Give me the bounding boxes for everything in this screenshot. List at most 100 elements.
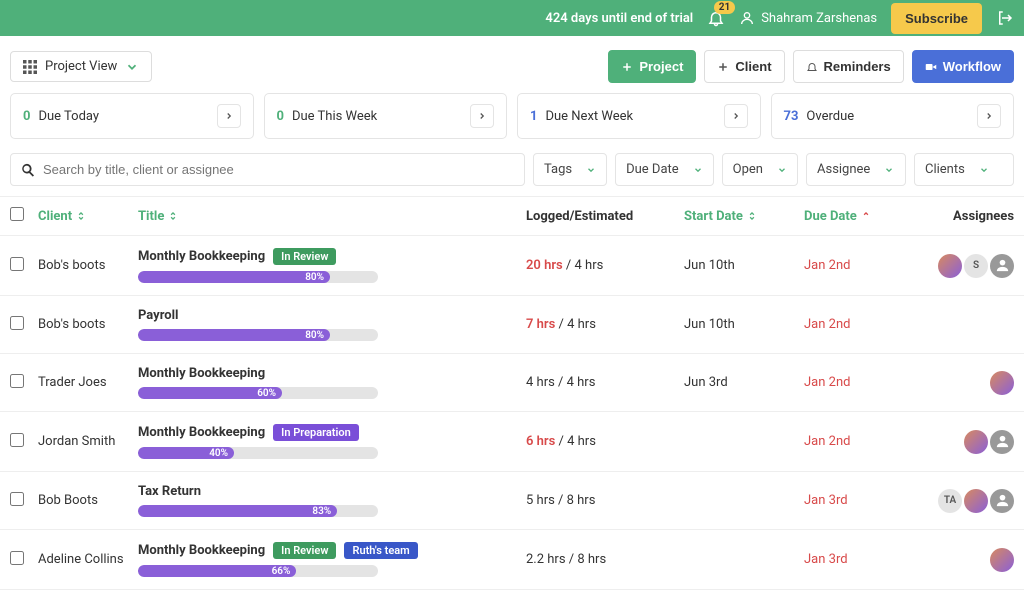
logged-cell: 2.2 hrs / 8 hrs bbox=[526, 552, 684, 567]
task-title[interactable]: Monthly Bookkeeping bbox=[138, 543, 265, 558]
arrow-button[interactable] bbox=[217, 104, 241, 128]
plus-icon bbox=[717, 61, 729, 73]
sort-icon bbox=[747, 211, 757, 221]
due-date-filter[interactable]: Due Date bbox=[615, 153, 714, 186]
arrow-button[interactable] bbox=[977, 104, 1001, 128]
stat-card[interactable]: 1Due Next Week bbox=[517, 93, 761, 139]
search-input[interactable] bbox=[43, 162, 514, 177]
stat-card[interactable]: 0Due This Week bbox=[264, 93, 508, 139]
user-menu[interactable]: Shahram Zarshenas bbox=[739, 10, 877, 26]
arrow-right-icon bbox=[224, 111, 234, 121]
toolbar: Project View Project Client Reminders Wo… bbox=[0, 36, 1024, 93]
avatar[interactable] bbox=[990, 371, 1014, 395]
assignees-cell bbox=[924, 371, 1014, 395]
row-checkbox[interactable] bbox=[10, 316, 24, 330]
table-row[interactable]: Bob's boots Payroll 80% 7 hrs / 4 hrs Ju… bbox=[0, 296, 1024, 354]
stat-card[interactable]: 73Overdue bbox=[771, 93, 1015, 139]
table-row[interactable]: Adeline Collins Monthly BookkeepingIn Re… bbox=[0, 530, 1024, 590]
stat-count: 0 bbox=[23, 109, 30, 124]
row-checkbox[interactable] bbox=[10, 492, 24, 506]
chevron-down-icon bbox=[777, 165, 787, 175]
task-title[interactable]: Monthly Bookkeeping bbox=[138, 249, 265, 264]
chevron-down-icon bbox=[125, 60, 139, 74]
avatar[interactable] bbox=[938, 254, 962, 278]
row-checkbox[interactable] bbox=[10, 257, 24, 271]
stat-count: 0 bbox=[277, 109, 284, 124]
arrow-button[interactable] bbox=[724, 104, 748, 128]
reminders-button[interactable]: Reminders bbox=[793, 50, 904, 83]
title-cell: Monthly Bookkeeping In Preparation 40% bbox=[138, 424, 526, 459]
avatar[interactable]: S bbox=[964, 254, 988, 278]
stat-card[interactable]: 0Due Today bbox=[10, 93, 254, 139]
table-row[interactable]: Trader Joes Monthly Bookkeeping 60% 4 hr… bbox=[0, 354, 1024, 412]
avatar[interactable] bbox=[964, 430, 988, 454]
tags-filter[interactable]: Tags bbox=[533, 153, 607, 186]
progress-bar: 40% bbox=[138, 447, 378, 459]
table-row[interactable]: Bob's boots Monthly BookkeepingIn Review… bbox=[0, 236, 1024, 296]
col-due[interactable]: Due Date bbox=[804, 209, 924, 224]
chevron-down-icon bbox=[586, 165, 596, 175]
topbar: 424 days until end of trial 21 Shahram Z… bbox=[0, 0, 1024, 36]
avatar[interactable] bbox=[990, 548, 1014, 572]
title-cell: Payroll 80% bbox=[138, 308, 526, 341]
search-wrapper bbox=[10, 153, 525, 186]
status-tag: In Review bbox=[273, 542, 336, 559]
status-tag: In Preparation bbox=[273, 424, 359, 441]
assignee-filter[interactable]: Assignee bbox=[806, 153, 906, 186]
stat-count: 1 bbox=[530, 109, 537, 124]
task-title[interactable]: Tax Return bbox=[138, 484, 201, 499]
client-cell: Bob Boots bbox=[38, 493, 138, 508]
action-buttons: Project Client Reminders Workflow bbox=[608, 50, 1014, 83]
avatar[interactable] bbox=[990, 430, 1014, 454]
task-title[interactable]: Monthly Bookkeeping bbox=[138, 366, 265, 381]
col-start[interactable]: Start Date bbox=[684, 209, 804, 224]
progress-bar: 83% bbox=[138, 505, 378, 517]
table-row[interactable]: Jordan Smith Monthly BookkeepingIn Prepa… bbox=[0, 412, 1024, 472]
avatar[interactable]: TA bbox=[938, 489, 962, 513]
logout-icon[interactable] bbox=[996, 9, 1014, 27]
col-client[interactable]: Client bbox=[38, 209, 138, 224]
avatar[interactable] bbox=[990, 254, 1014, 278]
arrow-button[interactable] bbox=[470, 104, 494, 128]
table-row[interactable]: Bob Boots Tax Return 83% 5 hrs / 8 hrs J… bbox=[0, 472, 1024, 530]
filters-row: Tags Due Date Open Assignee Clients bbox=[0, 153, 1024, 196]
notifications-button[interactable]: 21 bbox=[707, 9, 725, 27]
clients-filter[interactable]: Clients bbox=[914, 153, 1014, 186]
status-tag: In Review bbox=[273, 248, 336, 265]
row-checkbox[interactable] bbox=[10, 374, 24, 388]
table-body: Bob's boots Monthly Bookkeeping In Review… bbox=[0, 236, 1024, 590]
due-cell: Jan 2nd bbox=[804, 317, 924, 332]
progress-bar: 80% bbox=[138, 329, 378, 341]
sort-icon bbox=[861, 211, 871, 221]
due-cell: Jan 2nd bbox=[804, 434, 924, 449]
project-view-dropdown[interactable]: Project View bbox=[10, 51, 152, 82]
task-title[interactable]: Monthly Bookkeeping bbox=[138, 425, 265, 440]
stat-count: 73 bbox=[784, 109, 799, 124]
start-cell: Jun 3rd bbox=[684, 375, 804, 390]
add-client-button[interactable]: Client bbox=[704, 50, 784, 83]
user-name: Shahram Zarshenas bbox=[761, 11, 877, 26]
row-checkbox[interactable] bbox=[10, 433, 24, 447]
avatar[interactable] bbox=[990, 489, 1014, 513]
task-title[interactable]: Payroll bbox=[138, 308, 179, 323]
assignees-cell: S bbox=[924, 254, 1014, 278]
assignees-cell: TA bbox=[924, 489, 1014, 513]
workflow-button[interactable]: Workflow bbox=[912, 50, 1014, 83]
subscribe-button[interactable]: Subscribe bbox=[891, 3, 982, 34]
progress-bar: 66% bbox=[138, 565, 378, 577]
client-cell: Bob's boots bbox=[38, 317, 138, 332]
sort-icon bbox=[76, 211, 86, 221]
col-title[interactable]: Title bbox=[138, 209, 526, 224]
row-checkbox[interactable] bbox=[10, 551, 24, 565]
due-cell: Jan 3rd bbox=[804, 552, 924, 567]
due-cell: Jan 3rd bbox=[804, 493, 924, 508]
title-cell: Monthly Bookkeeping 60% bbox=[138, 366, 526, 399]
start-cell: Jun 10th bbox=[684, 258, 804, 273]
col-logged: Logged/Estimated bbox=[526, 209, 684, 224]
progress-fill: 83% bbox=[138, 505, 337, 517]
avatar[interactable] bbox=[964, 489, 988, 513]
table-header: Client Title Logged/Estimated Start Date… bbox=[0, 196, 1024, 236]
add-project-button[interactable]: Project bbox=[608, 50, 696, 83]
select-all-checkbox[interactable] bbox=[10, 207, 24, 221]
open-filter[interactable]: Open bbox=[722, 153, 798, 186]
